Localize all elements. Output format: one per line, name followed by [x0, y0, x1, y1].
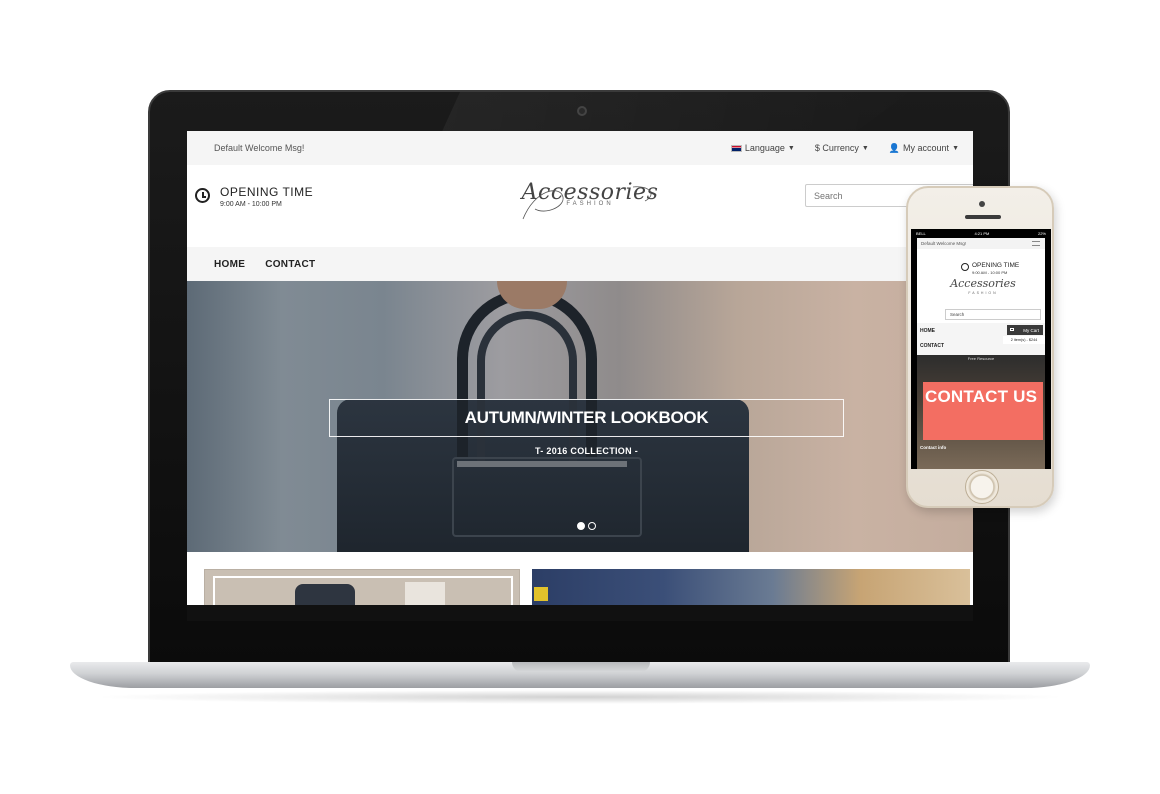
- slider-dot-2[interactable]: [588, 522, 596, 530]
- mobile-screen: BELL 4:21 PM 22% Default Welcome Msg! OP…: [911, 229, 1051, 469]
- account-label: My account: [903, 143, 950, 153]
- mobile-topbar: Default Welcome Msg!: [917, 238, 1045, 249]
- caret-down-icon: ▼: [787, 144, 795, 152]
- phone-speaker: [965, 215, 1001, 219]
- banner-left-item: [405, 582, 445, 606]
- opening-time-title: OPENING TIME: [220, 185, 314, 199]
- bag-zipper: [457, 461, 627, 467]
- banner-left[interactable]: [204, 569, 520, 610]
- bag-handle-inner: [477, 311, 577, 461]
- mobile-status-bar: BELL 4:21 PM 22%: [911, 229, 1051, 238]
- contact-info-label: Contact info: [920, 445, 947, 450]
- caret-down-icon: ▼: [861, 144, 869, 152]
- cart-label: My Cart: [1023, 327, 1039, 333]
- bag-pocket: [452, 457, 642, 537]
- opening-hours: 9:00 AM - 10:00 PM: [220, 201, 282, 208]
- mobile-nav-contact[interactable]: CONTACT: [920, 343, 944, 349]
- mobile-app: Default Welcome Msg! OPENING TIME 9:00 A…: [917, 238, 1045, 469]
- mobile-opening-hours: 9:00 AM - 10:00 PM: [972, 270, 1008, 275]
- mobile-nav-home[interactable]: HOME: [920, 328, 935, 334]
- phone-camera: [979, 201, 985, 207]
- uk-flag-icon: [730, 144, 742, 152]
- mobile-nav: HOME CONTACT My Cart 2 item(s) - $244: [917, 323, 1045, 355]
- mobile-banner: Free Resource CONTACT US Contact info: [917, 355, 1045, 469]
- battery-label: 22%: [1037, 231, 1046, 236]
- banner-right[interactable]: [532, 569, 970, 609]
- logo-swirl-icon: [522, 186, 652, 220]
- phone-home-button[interactable]: [965, 470, 999, 504]
- main-nav: HOME CONTACT: [187, 247, 973, 281]
- mobile-opening-title: OPENING TIME: [972, 262, 1020, 269]
- topbar: Default Welcome Msg! Language ▼ $ Curren…: [187, 131, 973, 165]
- hero-subtitle: T- 2016 COLLECTION -: [534, 446, 638, 456]
- mobile-logo[interactable]: Accessories FASHION: [945, 277, 1021, 295]
- mobile-logo-script: Accessories: [950, 277, 1016, 290]
- laptop-shadow: [90, 690, 1070, 704]
- caret-down-icon: ▼: [952, 144, 959, 152]
- nav-item-home[interactable]: HOME: [214, 259, 245, 270]
- site-logo[interactable]: Accessories FASHION: [515, 179, 665, 235]
- laptop-camera: [577, 106, 587, 116]
- screen-bezel-bottom: [187, 605, 973, 621]
- currency-dropdown[interactable]: $ Currency ▼: [815, 143, 869, 153]
- banner-right-sign: [534, 587, 548, 601]
- desktop-screen: Default Welcome Msg! Language ▼ $ Curren…: [187, 131, 973, 620]
- banner-top-text: Free Resource: [967, 356, 995, 361]
- clock-icon: [961, 263, 969, 271]
- contact-us-heading: CONTACT US: [925, 387, 1038, 406]
- cart-icon: [1010, 328, 1014, 331]
- mobile-welcome: Default Welcome Msg!: [921, 241, 967, 246]
- laptop-notch: [512, 662, 650, 672]
- status-time: 4:21 PM: [974, 231, 990, 236]
- language-dropdown[interactable]: Language ▼: [730, 143, 795, 153]
- hero-slider[interactable]: AUTUMN/WINTER LOOKBOOK T- 2016 COLLECTIO…: [187, 281, 973, 552]
- account-dropdown[interactable]: 👤 My account ▼: [889, 143, 959, 154]
- hero-title: AUTUMN/WINTER LOOKBOOK: [464, 408, 709, 427]
- site-header: OPENING TIME 9:00 AM - 10:00 PM Accessor…: [187, 165, 973, 247]
- clock-icon: [195, 188, 210, 203]
- mobile-logo-subtitle: FASHION: [968, 291, 998, 295]
- menu-icon[interactable]: [1032, 241, 1040, 246]
- cart-total: 2 item(s) - $244: [1003, 336, 1045, 344]
- carrier-label: BELL: [916, 231, 926, 236]
- mobile-search-input[interactable]: Search: [945, 309, 1041, 320]
- user-icon: 👤: [888, 142, 901, 153]
- nav-item-contact[interactable]: CONTACT: [265, 259, 315, 270]
- banner-left-bag: [295, 584, 355, 606]
- welcome-message: Default Welcome Msg!: [214, 143, 305, 153]
- currency-label: $ Currency: [814, 143, 859, 153]
- mobile-cart-button[interactable]: My Cart: [1007, 325, 1043, 335]
- language-label: Language: [744, 143, 785, 153]
- contact-us-box[interactable]: CONTACT US: [923, 382, 1043, 440]
- slider-dot-1[interactable]: [577, 522, 585, 530]
